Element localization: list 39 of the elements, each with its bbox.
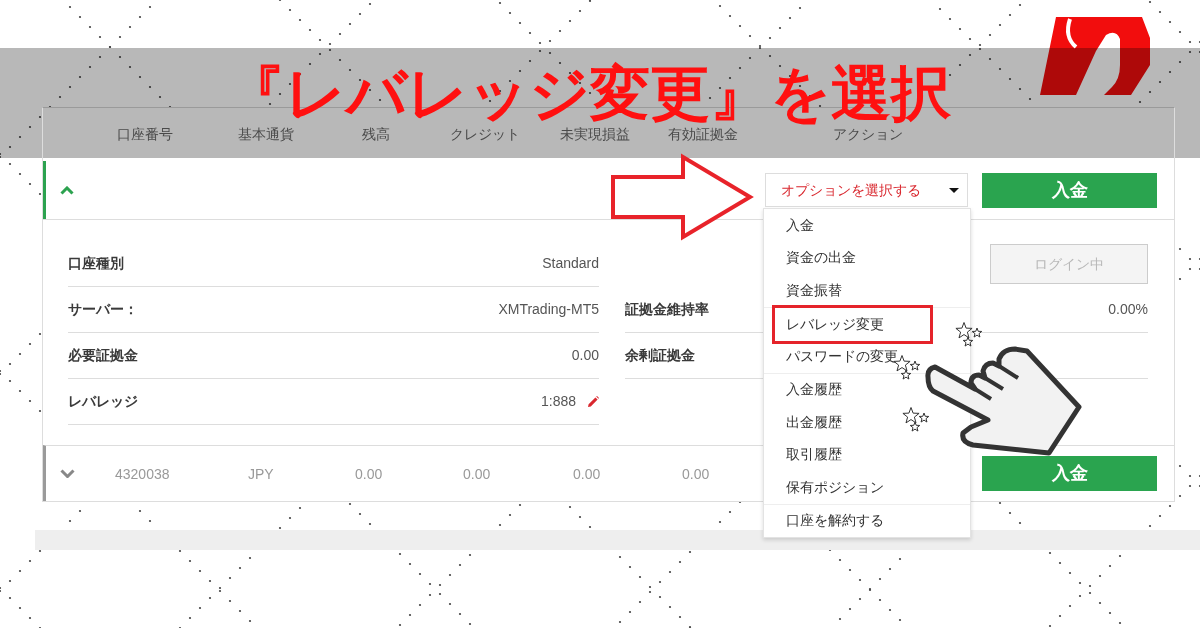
table-cell: 0.00	[573, 465, 601, 482]
column-header: 口座番号	[117, 126, 173, 142]
column-header: クレジット	[450, 126, 520, 142]
table-cell: 0.00	[355, 465, 383, 482]
table-cell: 0.00	[682, 465, 710, 482]
sparkle-icon	[902, 407, 930, 433]
menu-item[interactable]: 口座を解約する	[764, 504, 922, 537]
menu-item[interactable]: 入金履歴	[764, 373, 922, 406]
field-value: XMTrading-MT5	[498, 300, 599, 319]
column-header: 基本通貨	[238, 126, 294, 142]
menu-item[interactable]: 出金履歴	[764, 406, 922, 439]
field-label: 余剰証拠金	[625, 346, 695, 365]
menu-item[interactable]: 資金振替	[764, 274, 922, 307]
column-header: 有効証拠金	[668, 126, 738, 142]
field-label: レバレッジ	[68, 392, 138, 411]
logo-icon	[1040, 15, 1152, 97]
menu-item[interactable]: 入金	[764, 209, 922, 242]
chevron-down-icon[interactable]	[60, 469, 75, 478]
caret-icon	[949, 187, 959, 193]
column-header: 残高	[362, 126, 390, 142]
table-cell: JPY	[248, 465, 274, 482]
table-cell: 0.00	[463, 465, 491, 482]
field-value: 0.00	[571, 346, 599, 365]
menu-item[interactable]: レバレッジ変更	[772, 304, 933, 344]
field-value: Standard	[542, 254, 599, 273]
menu-item[interactable]: 資金の出金	[764, 241, 922, 274]
field-label: 口座種別	[68, 254, 124, 273]
column-header: アクション	[833, 126, 903, 142]
chevron-up-icon[interactable]	[60, 185, 74, 195]
column-header: 未実現損益	[560, 126, 630, 142]
menu-item[interactable]: 保有ポジション	[764, 471, 922, 504]
options-dropdown[interactable]: オプションを選択する	[765, 173, 968, 207]
table-cell: 4320038	[115, 465, 170, 482]
field-label: 証拠金維持率	[625, 300, 709, 319]
field-label: サーバー：	[68, 300, 138, 319]
field-label: 必要証拠金	[68, 346, 138, 365]
field-value: 1:888	[540, 392, 576, 411]
pencil-icon[interactable]	[587, 395, 599, 408]
field-value: 0.00%	[1108, 300, 1148, 319]
